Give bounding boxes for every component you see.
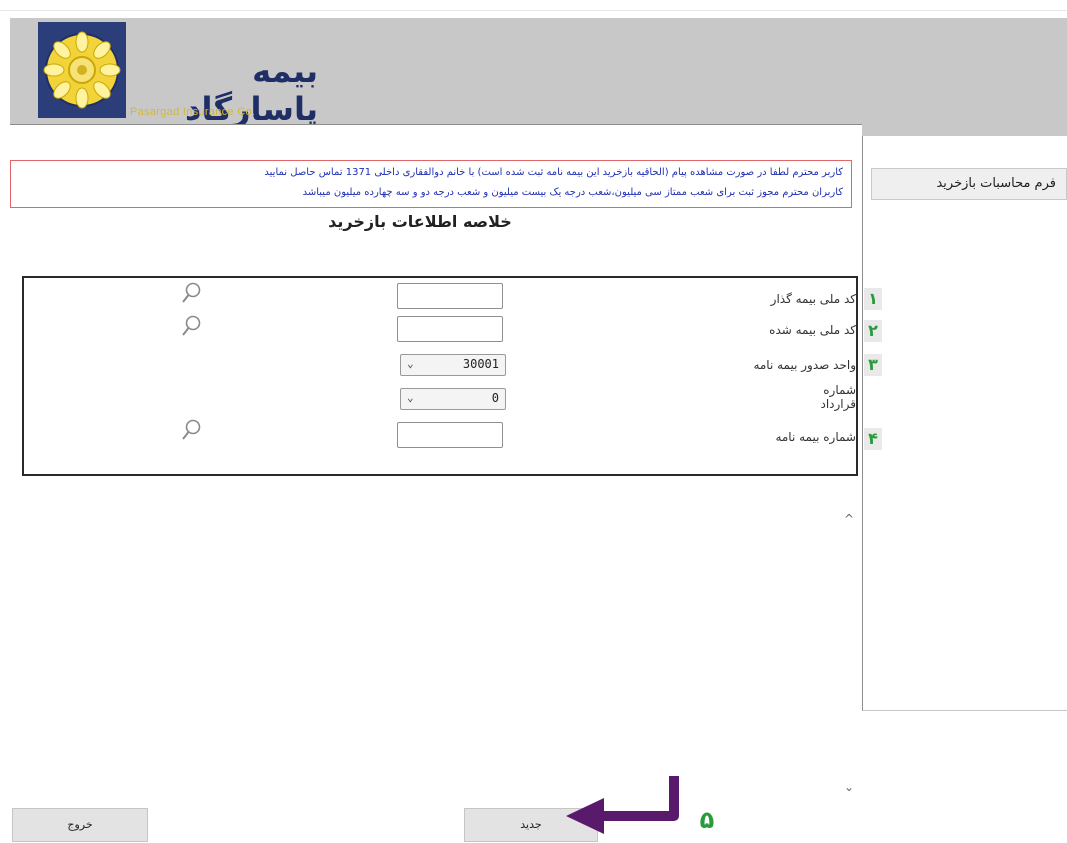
step-badge-1: ۱ [864,288,882,310]
alert-box: کاربر محترم لطفا در صورت مشاهده پیام (ال… [10,160,852,208]
sidebar-item-buyback-calc[interactable]: فرم محاسبات بازخرید [871,168,1067,200]
header-divider [10,124,862,136]
label-issuing-unit: واحد صدور بیمه نامه [753,358,856,372]
sunflower-logo-icon [43,31,121,109]
insured-national-id-input[interactable] [397,316,503,342]
sidebar [862,136,1067,711]
alert-line-2: کاربران محترم مجوز ثبت برای شعب ممتاز سی… [302,187,843,198]
brand-name-fa: بیمه پاسارگاد [185,52,319,128]
chevron-down-icon: ⌄ [407,357,414,370]
annotation-arrow-icon [566,776,679,834]
label-insured-national-id: کد ملی بیمه شده [769,323,856,337]
label-policy-number: شماره بیمه نامه [775,430,856,444]
logo-emblem [38,22,126,118]
magnifier-icon[interactable] [180,418,202,444]
exit-button[interactable]: خروج [12,808,148,842]
chevron-down-icon: ⌄ [407,391,414,404]
label-contract-number: شماره قرارداد [820,383,856,411]
step-badge-2: ۲ [864,320,882,342]
policy-number-input[interactable] [397,422,503,448]
step-badge-3: ۳ [864,354,882,376]
page-title: خلاصه اطلاعات بازخرید [328,212,512,231]
brand-name-en: Pasargad Insurance Co. [130,106,256,118]
policyholder-national-id-input[interactable] [397,283,503,309]
step-badge-5: ۵ [699,806,715,834]
issuing-unit-value: 30001 [462,357,499,371]
top-divider [0,10,1067,11]
label-policyholder-national-id: کد ملی بیمه گذار [770,292,856,306]
scroll-up-icon[interactable]: ^ [838,512,860,530]
contract-number-select[interactable]: ⌄ 0 [400,388,506,410]
contract-number-value: 0 [491,391,499,405]
scrollbar[interactable]: ^ ⌄ [838,508,860,798]
scroll-down-icon[interactable]: ⌄ [838,780,860,798]
step-badge-4: ۴ [864,428,882,450]
alert-line-1: کاربر محترم لطفا در صورت مشاهده پیام (ال… [264,167,843,178]
magnifier-icon[interactable] [180,314,202,340]
magnifier-icon[interactable] [180,281,202,307]
issuing-unit-select[interactable]: ⌄ 30001 [400,354,506,376]
